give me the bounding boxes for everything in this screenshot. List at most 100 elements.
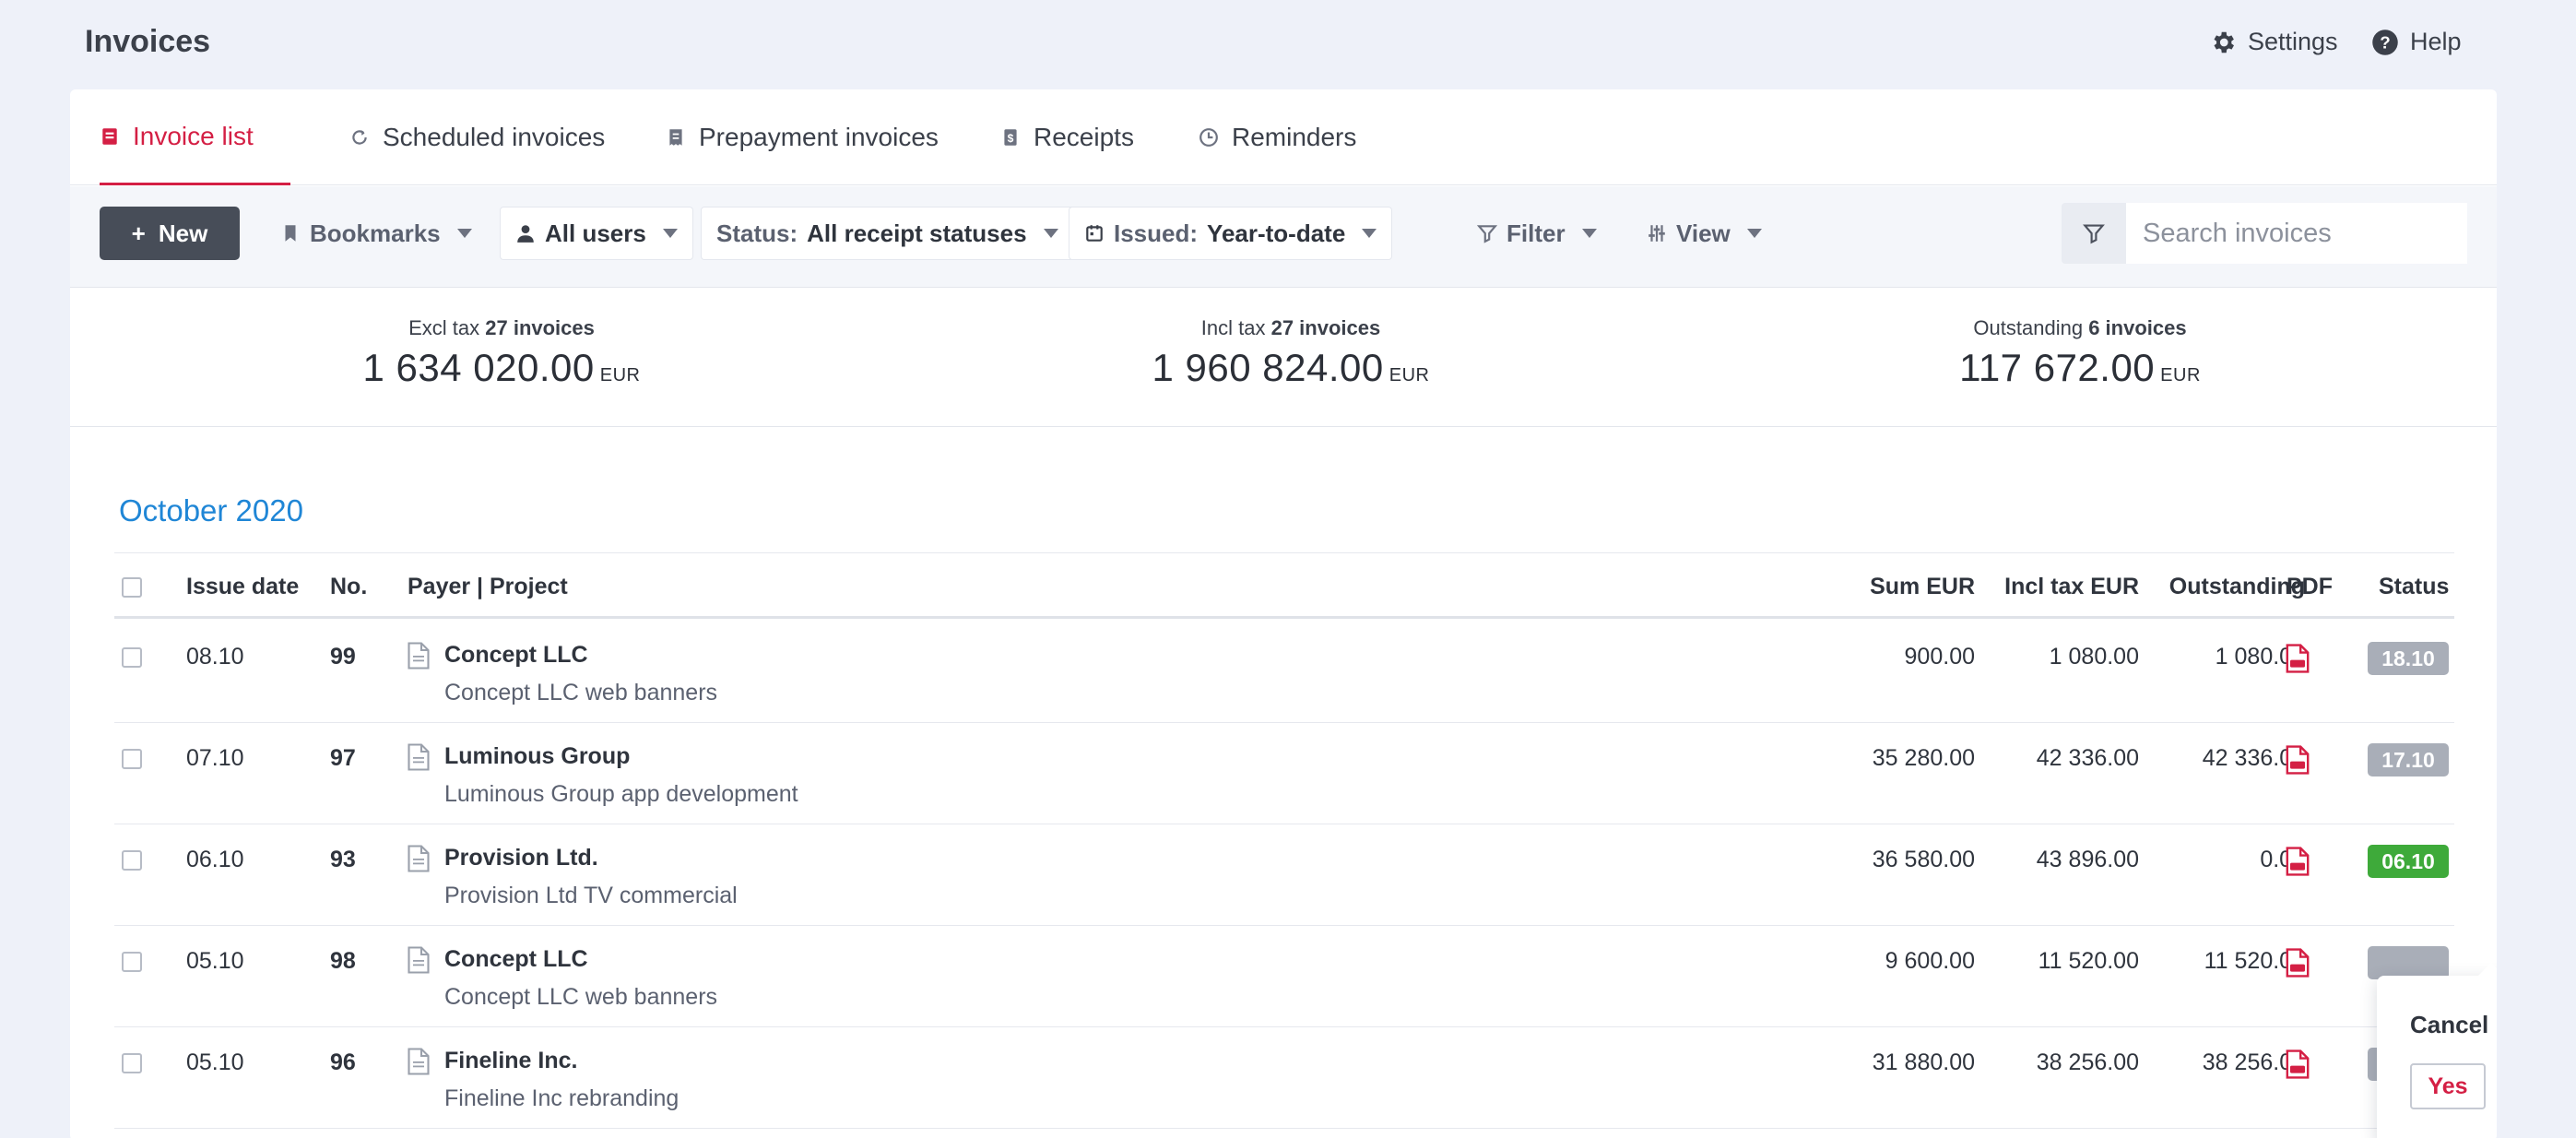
table-row[interactable]: 07.10 97 Luminous Group Luminous Group app … [114,723,2454,824]
summary-outstanding: Outstanding 6 invoices 117 672.00 EUR [1923,316,2237,390]
invoice-number[interactable]: 99 [330,644,356,670]
issued-prefix: Issued: [1114,219,1199,247]
col-issue-date[interactable]: Issue date [186,574,299,600]
payer-name[interactable]: Luminous Group [444,743,798,770]
chevron-down-icon [1362,229,1377,238]
payer-project: Concept LLC Concept LLC web banners [444,642,717,706]
issue-date: 06.10 [186,847,244,872]
table-row[interactable]: 06.10 93 Provision Ltd. Provision Ltd TV co… [114,824,2454,926]
row-checkbox[interactable] [122,749,142,769]
status-value: All receipt statuses [807,219,1027,247]
sum-amount: 36 580.00 [1872,847,1975,872]
user-icon [517,225,534,243]
invoice-number[interactable]: 96 [330,1049,356,1076]
new-invoice-button[interactable]: + New [100,207,240,260]
cancel-receipts-popover: × Cancel receipts? Yes No [2377,963,2497,1138]
summary-label: Incl tax [1200,316,1266,339]
popover-title: Cancel receipts? [2410,1011,2497,1038]
col-payer-project[interactable]: Payer | Project [408,574,568,600]
svg-text:?: ? [2380,32,2390,52]
table-row[interactable]: 08.10 99 Concept LLC Concept LLC web banner… [114,622,2454,723]
filter-label: Filter [1507,219,1566,247]
outstanding-amount: 42 336.00 [2202,745,2305,771]
tab-invoice-list[interactable]: Invoice list [100,89,290,185]
status-badge[interactable]: 17.10 [2368,743,2449,776]
svg-text:$: $ [1008,132,1014,145]
sum-amount: 35 280.00 [1872,745,1975,771]
col-number[interactable]: No. [330,574,367,600]
select-all-checkbox[interactable] [122,577,142,598]
issued-dropdown[interactable]: Issued: Year-to-date [1069,207,1393,260]
document-icon [408,642,430,670]
issue-date: 08.10 [186,644,244,670]
filter-icon [1477,225,1497,243]
gear-icon [2214,31,2234,53]
issued-value: Year-to-date [1207,219,1346,247]
tab-label: Scheduled invoices [383,123,606,151]
top-bar: Invoices Settings ? Help [0,0,2576,89]
bookmarks-dropdown[interactable]: Bookmarks [266,207,487,260]
chevron-down-icon [1746,229,1762,238]
row-checkbox[interactable] [122,850,142,871]
col-sum[interactable]: Sum EUR [1809,574,1975,600]
confirm-yes-button[interactable]: Yes [2410,1063,2486,1109]
invoice-number[interactable]: 97 [330,745,356,772]
plus-icon: + [131,219,146,247]
settings-link[interactable]: Settings [2209,28,2338,56]
summary-amount: 1 960 824.00 [1152,346,1384,389]
pdf-icon[interactable] [2285,847,2310,876]
pdf-icon[interactable] [2285,1049,2310,1079]
col-status[interactable]: Status [2379,574,2449,600]
search-input[interactable] [2126,203,2467,264]
payer-name[interactable]: Concept LLC [444,946,717,973]
summary-currency: EUR [599,365,641,385]
chevron-down-icon [662,229,678,238]
table-row[interactable]: 05.10 96 Fineline Inc. Fineline Inc rebrand… [114,1027,2454,1129]
outstanding-amount: 38 256.00 [2202,1049,2305,1075]
document-icon [408,1048,430,1075]
issue-date: 05.10 [186,948,244,974]
payer-name[interactable]: Provision Ltd. [444,845,738,871]
search-bar [2062,203,2467,264]
help-label: Help [2410,28,2462,55]
filter-dropdown[interactable]: Filter [1462,207,1612,260]
project-name: Luminous Group app development [444,781,798,807]
summary-currency: EUR [2160,365,2201,385]
payer-name[interactable]: Concept LLC [444,642,717,669]
row-checkbox[interactable] [122,647,142,668]
document-icon [408,845,430,872]
status-badge[interactable]: 18.10 [2368,642,2449,675]
tab-reminders[interactable]: Reminders [1199,89,1356,185]
invoice-number[interactable]: 93 [330,847,356,873]
status-dropdown[interactable]: Status: All receipt statuses [701,207,1074,260]
view-dropdown[interactable]: View [1632,207,1777,260]
pdf-icon[interactable] [2285,644,2310,673]
table-row[interactable]: 05.10 98 Concept LLC Concept LLC web banner… [114,926,2454,1027]
chevron-down-icon [456,229,472,238]
status-badge[interactable]: 06.10 [2368,845,2449,878]
tab-scheduled-invoices[interactable]: Scheduled invoices [349,89,605,185]
row-checkbox[interactable] [122,1053,142,1073]
incl-tax-amount: 1 080.00 [2049,644,2139,670]
tab-prepayment-invoices[interactable]: Prepayment invoices [666,89,939,185]
invoice-number[interactable]: 98 [330,948,356,975]
payer-name[interactable]: Fineline Inc. [444,1048,679,1074]
bookmark-icon [285,225,296,242]
status-badge[interactable] [2368,946,2449,979]
col-pdf: PDF [2286,574,2333,599]
users-dropdown[interactable]: All users [500,207,693,260]
tab-receipts[interactable]: $ Receipts [1000,89,1134,185]
tab-label: Invoice list [133,121,254,150]
col-outstanding[interactable]: Outstanding [2139,574,2305,600]
help-link[interactable]: ? Help [2371,28,2462,56]
summary-amount: 117 672.00 [1959,346,2156,389]
search-filter-button[interactable] [2062,203,2126,264]
refresh-icon [352,130,367,145]
pdf-icon[interactable] [2285,745,2310,775]
pdf-icon[interactable] [2285,948,2310,978]
row-checkbox[interactable] [122,952,142,972]
summary-label: Outstanding [1973,316,2084,339]
col-incl-tax[interactable]: Incl tax EUR [1975,574,2139,600]
dollar-doc-icon: $ [1004,129,1017,146]
view-label: View [1676,219,1731,247]
